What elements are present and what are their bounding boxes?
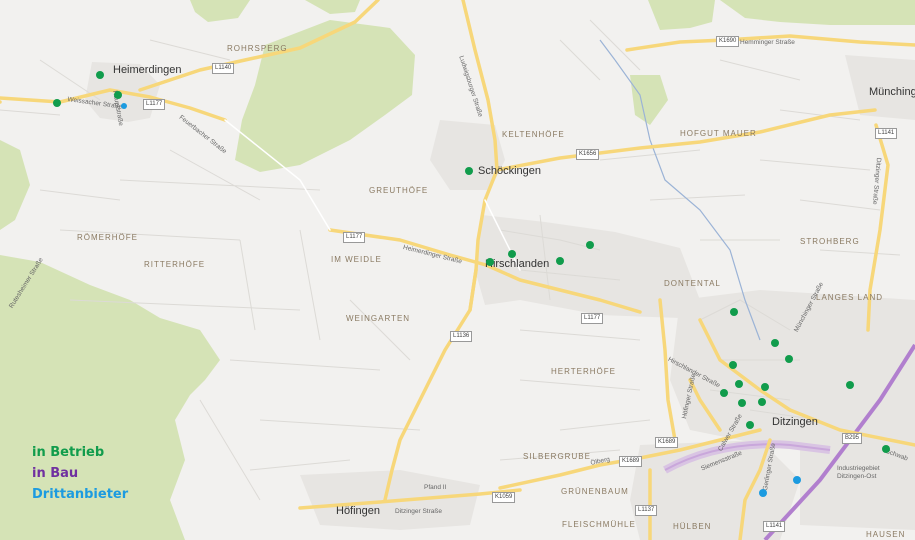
road-shield-l1177-north: L1177 [143,99,166,110]
marker-in-betrieb[interactable] [729,361,737,369]
town-label-hoefingen: Höfingen [336,505,381,517]
marker-in-betrieb[interactable] [508,250,516,258]
area-label-weingarten: WEINGARTEN [346,314,411,323]
place-industriegebiet-1: Industriegebiet [837,465,880,472]
marker-drittanbieter[interactable] [121,103,127,109]
marker-in-betrieb[interactable] [785,355,793,363]
area-label-ritterhoefe: RITTERHÖFE [144,260,206,269]
place-industriegebiet-2: Ditzingen-Ost [837,473,877,480]
town-label-hirschlanden: Hirschlanden [485,258,550,270]
marker-drittanbieter[interactable] [759,489,767,497]
marker-drittanbieter[interactable] [793,476,801,484]
marker-in-betrieb[interactable] [114,91,122,99]
map-canvas[interactable]: Heimerdingen Schöckingen Hirschlanden Di… [0,0,915,540]
street-hemminger: Hemminger Straße [740,39,795,46]
road-shield-k1690: K1690 [716,36,740,47]
marker-in-betrieb[interactable] [846,381,854,389]
road-shield-l1177-east: L1177 [581,313,604,324]
marker-in-betrieb[interactable] [53,99,61,107]
marker-in-betrieb[interactable] [465,167,473,175]
road-shield-l1136: L1136 [450,331,473,342]
marker-in-betrieb[interactable] [720,389,728,397]
road-shield-l1141-south: L1141 [763,521,786,532]
area-label-roemerhoefe: RÖMERHÖFE [77,233,138,242]
marker-in-betrieb[interactable] [738,399,746,407]
area-label-im-weidle: IM WEIDLE [331,255,382,264]
marker-in-betrieb[interactable] [486,258,494,266]
town-label-muenchingen: Münching [869,86,915,98]
marker-in-betrieb[interactable] [735,380,743,388]
road-shield-l1137: L1137 [635,505,658,516]
area-label-langes-land: LANGES LAND [816,293,884,302]
area-label-hofgut-mauer: HOFGUT MAUER [680,129,757,138]
marker-in-betrieb[interactable] [730,308,738,316]
marker-in-betrieb[interactable] [96,71,104,79]
area-label-gruenenbaum: GRÜNENBAUM [561,487,629,496]
area-label-dontental: DONTENTAL [664,279,721,288]
place-pfand: Pfand II [424,484,447,491]
road-shield-l1140: L1140 [212,63,235,74]
road-shield-b295: B295 [842,433,863,444]
marker-in-betrieb[interactable] [586,241,594,249]
town-label-heimerdingen: Heimerdingen [113,64,182,76]
road-shield-k1059: K1059 [492,492,516,503]
marker-in-betrieb[interactable] [556,257,564,265]
town-label-schoeckingen: Schöckingen [478,165,541,177]
road-shield-l1177-west: L1177 [343,232,366,243]
road-shield-k1689-north: K1689 [655,437,679,448]
area-label-rohrsperg: ROHRSPERG [227,44,288,53]
road-shield-l1141-north: L1141 [875,128,898,139]
area-label-strohberg: STROHBERG [800,237,860,246]
area-label-keltenhoefe: KELTENHÖFE [502,130,565,139]
town-label-ditzingen: Ditzingen [772,416,818,428]
legend-in-betrieb: in Betrieb [32,445,105,460]
area-label-fleischmuehle: FLEISCHMÜHLE [562,520,636,529]
marker-in-betrieb[interactable] [771,339,779,347]
area-label-hausen: HAUSEN [866,530,906,539]
street-ditzinger-hoefingen: Ditzinger Straße [395,508,442,515]
map-base-layer [0,0,915,540]
marker-in-betrieb[interactable] [761,383,769,391]
area-label-silbergrube: SILBERGRUBE [523,452,591,461]
marker-in-betrieb[interactable] [882,445,890,453]
map-legend: in Betrieb in Bau Drittanbieter [32,442,128,505]
area-label-huelben: HÜLBEN [673,522,712,531]
legend-drittanbieter: Drittanbieter [32,487,129,502]
legend-in-bau: in Bau [32,466,79,481]
road-shield-k1656: K1656 [576,149,600,160]
marker-in-betrieb[interactable] [758,398,766,406]
marker-in-betrieb[interactable] [746,421,754,429]
area-label-herterhoefe: HERTERHÖFE [551,367,616,376]
area-label-greuthoefe: GREUTHÖFE [369,186,429,195]
road-shield-k1689-south: K1689 [619,456,643,467]
